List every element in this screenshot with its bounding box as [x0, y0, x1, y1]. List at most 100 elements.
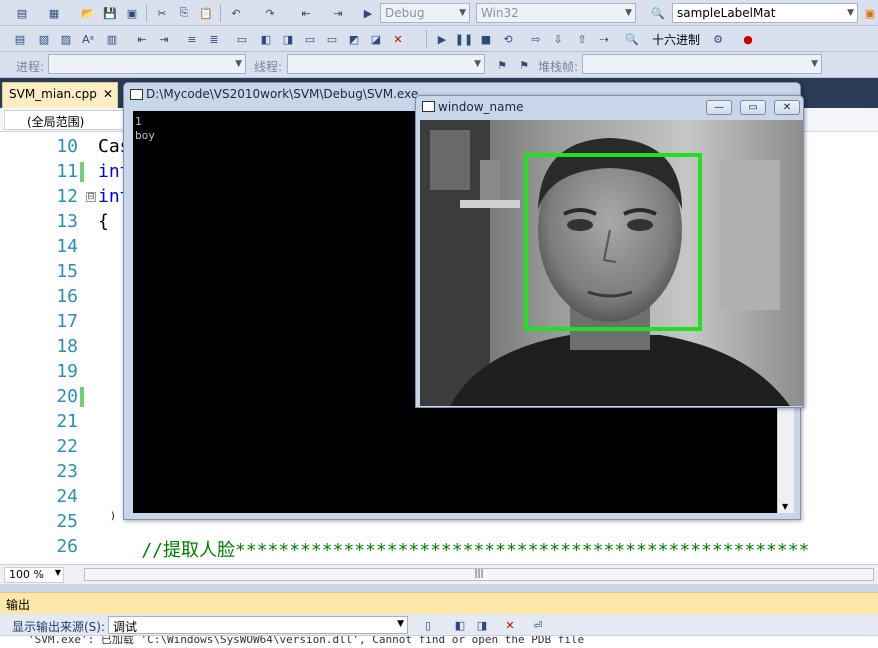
change-marker — [80, 387, 84, 407]
change-marker — [80, 162, 84, 182]
bookmark-prev-icon[interactable]: ◧ — [258, 31, 274, 47]
new-project-icon[interactable]: ▤ — [14, 5, 30, 21]
uncomment-icon[interactable]: ≣ — [206, 31, 222, 47]
open-file-icon[interactable]: 📂 — [80, 5, 96, 21]
word-wrap-icon[interactable]: ⏎ — [530, 617, 546, 633]
start-debug-icon[interactable]: ▶ — [360, 5, 376, 21]
bookmark-next-icon[interactable]: ◨ — [280, 31, 296, 47]
zoom-select[interactable]: 100 % ▼ — [4, 567, 64, 583]
edit-icon-5[interactable]: ▥ — [104, 31, 120, 47]
continue-icon[interactable]: ▶ — [434, 31, 450, 47]
flag-thread-icon[interactable]: ⚑ — [494, 57, 510, 73]
stack-frame-label: 堆栈帧: — [538, 60, 579, 74]
stop-icon[interactable]: ■ — [478, 31, 494, 47]
increase-indent-icon[interactable]: ⇥ — [156, 31, 172, 47]
clear-bookmarks-icon[interactable]: ✕ — [390, 31, 406, 47]
hex-display-button[interactable]: 十六进制 — [652, 31, 700, 48]
image-window[interactable]: window_name — ▭ ✕ — [415, 95, 804, 408]
save-all-icon[interactable]: ▣ — [124, 5, 140, 21]
bookmark-icon[interactable]: ▭ — [234, 31, 250, 47]
output-source-select[interactable]: 调试 ▼ — [108, 616, 408, 634]
bookmark-icon-5[interactable]: ◪ — [368, 31, 384, 47]
undo-icon[interactable]: ↶ — [228, 5, 244, 21]
process-select[interactable]: ▼ — [48, 54, 246, 74]
code-line-25: ) — [98, 511, 117, 522]
line-number: 10 — [56, 136, 78, 157]
copy-icon[interactable]: ⎘ — [176, 5, 192, 21]
minimize-button[interactable]: — — [706, 100, 732, 115]
find-icon[interactable]: ▣ — [862, 5, 878, 21]
navigate-forward-icon[interactable]: ⇥ — [330, 5, 346, 21]
output-text: 'SVM.exe': 已加载 'C:\Windows\SysWOW64\vers… — [0, 636, 878, 648]
bookmark-icon-2[interactable]: ▭ — [302, 31, 318, 47]
text-editor-toolbar: ▤ ▧ ▨ Aᵃ ▥ ⇤ ⇥ ≡ ≣ ▭ ◧ ◨ ▭ ▭ ◩ ◪ ✕ ▶ ❚❚ … — [0, 26, 878, 52]
line-number: 13 — [56, 211, 78, 232]
close-button[interactable]: ✕ — [774, 100, 800, 115]
close-tab-icon[interactable]: ✕ — [103, 87, 113, 101]
bookmark-icon-4[interactable]: ◩ — [346, 31, 362, 47]
line-number: 19 — [56, 361, 78, 382]
prev-message-icon[interactable]: ◧ — [452, 617, 468, 633]
line-number: 18 — [56, 336, 78, 357]
console-app-icon — [130, 89, 143, 100]
paste-icon[interactable]: 📋 — [198, 5, 214, 21]
line-number: 23 — [56, 461, 78, 482]
next-message-icon[interactable]: ◨ — [474, 617, 490, 633]
standard-toolbar: ▤ ▦ 📂 💾 ▣ ✂ ⎘ 📋 ↶ ↷ ⇤ ⇥ ▶ Debug ▼ Win32 ▼ … — [0, 0, 878, 26]
find-combo[interactable]: sampleLabelMat ▼ — [672, 3, 858, 23]
scope-select[interactable]: (全局范围) — [4, 110, 134, 130]
image-window-icon — [422, 101, 435, 112]
solution-platform-select[interactable]: Win32 ▼ — [476, 3, 636, 23]
code-line-13: { — [98, 211, 109, 232]
step-out-icon[interactable]: ⇧ — [574, 31, 590, 47]
edit-icon-3[interactable]: ▨ — [58, 31, 74, 47]
scroll-down-icon[interactable]: ▼ — [782, 502, 788, 511]
break-all-icon[interactable]: ❚❚ — [455, 31, 473, 47]
step-into-icon[interactable]: ⇩ — [550, 31, 566, 47]
goto-output-icon[interactable]: ▯ — [420, 617, 436, 633]
step-over-icon[interactable]: ⇨ — [528, 31, 544, 47]
line-number: 20 — [56, 386, 78, 407]
decrease-indent-icon[interactable]: ⇤ — [134, 31, 150, 47]
output-source-label: 显示输出来源(S): — [12, 620, 106, 634]
edit-icon-4[interactable]: Aᵃ — [80, 31, 96, 47]
line-number: 14 — [56, 236, 78, 257]
output-toolbar: 显示输出来源(S): 调试 ▼ ▯ ◧ ◨ ✕ ⏎ — [0, 614, 878, 636]
breakpoints-icon[interactable]: ● — [740, 31, 756, 47]
navigate-back-icon[interactable]: ⇤ — [298, 5, 314, 21]
line-number: 24 — [56, 486, 78, 507]
comment-icon[interactable]: ≡ — [184, 31, 200, 47]
camera-frame-image — [420, 120, 803, 406]
restart-icon[interactable]: ⟲ — [500, 31, 516, 47]
bookmark-icon-3[interactable]: ▭ — [324, 31, 340, 47]
line-number: 26 — [56, 536, 78, 557]
horizontal-scroll-thumb[interactable]: ||| — [84, 568, 874, 581]
add-item-icon[interactable]: ▦ — [46, 5, 62, 21]
edit-icon-1[interactable]: ▤ — [12, 31, 28, 47]
stack-frame-select[interactable]: ▼ — [582, 54, 822, 74]
debug-location-toolbar: 进程: ▼ 线程: ▼ ⚑ ⚑ 堆栈帧: ▼ — [0, 52, 878, 78]
threads-icon[interactable]: ⚙ — [710, 31, 726, 47]
output-panel-header: 输出 — [0, 592, 878, 614]
solution-config-select[interactable]: Debug ▼ — [380, 3, 470, 23]
editor-horizontal-scrollbar: 100 % ▼ ||| — [0, 564, 878, 584]
cut-icon[interactable]: ✂ — [154, 5, 170, 21]
quick-watch-icon[interactable]: 🔍 — [624, 31, 640, 47]
line-number: 17 — [56, 311, 78, 332]
redo-icon[interactable]: ↷ — [262, 5, 278, 21]
edit-icon-2[interactable]: ▧ — [36, 31, 52, 47]
save-icon[interactable]: 💾 — [102, 5, 118, 21]
maximize-button[interactable]: ▭ — [740, 100, 766, 115]
tab-svm-main-cpp[interactable]: SVM_mian.cpp ✕ — [2, 82, 118, 108]
fold-toggle[interactable]: ⊟ — [86, 192, 96, 202]
image-window-title: window_name — [438, 100, 524, 114]
flag-all-icon[interactable]: ⚑ — [516, 57, 532, 73]
line-number: 15 — [56, 261, 78, 282]
line-number: 12 — [56, 186, 78, 207]
step-icon[interactable]: ⇢ — [596, 31, 612, 47]
console-title: D:\Mycode\VS2010work\SVM\Debug\SVM.exe — [146, 87, 419, 101]
process-label: 进程: — [16, 60, 45, 74]
thread-select[interactable]: ▼ — [287, 54, 485, 74]
clear-all-icon[interactable]: ✕ — [502, 617, 518, 633]
find-in-files-icon[interactable]: 🔍 — [650, 5, 666, 21]
